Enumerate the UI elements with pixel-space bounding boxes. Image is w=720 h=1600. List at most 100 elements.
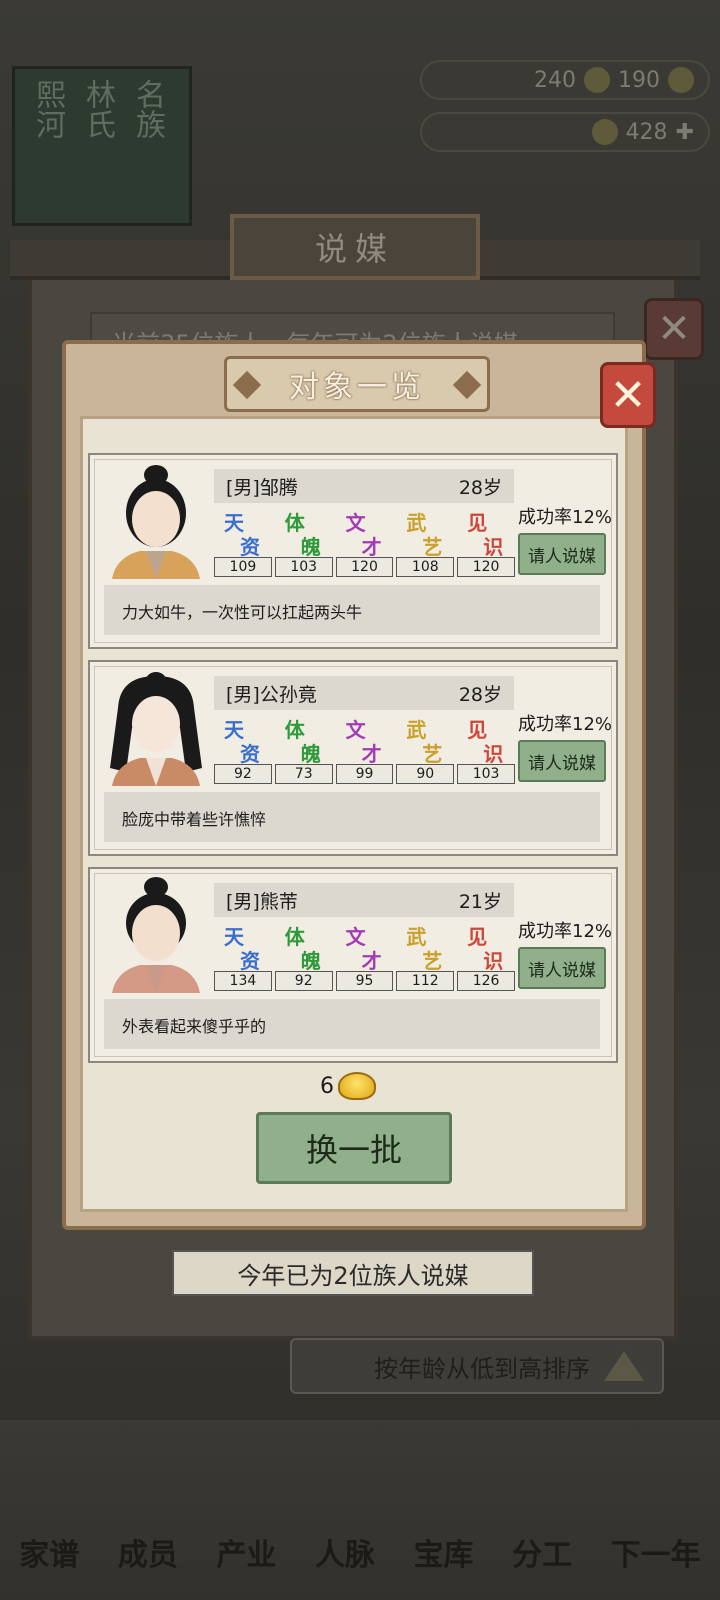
stat-value: 90	[396, 764, 455, 784]
refresh-batch-button[interactable]: 换一批	[256, 1112, 452, 1184]
stat-value: 99	[335, 764, 394, 784]
success-rate: 成功率12%	[518, 507, 613, 528]
candidate-portrait	[100, 668, 212, 786]
stat-glyph-bottom: 魄	[300, 535, 321, 559]
stat-value: 109	[214, 557, 272, 577]
stat-value-row: 92 73 99 90 103	[214, 764, 518, 784]
candidate-name: [男]邹腾	[226, 476, 298, 499]
stat-value: 95	[335, 971, 394, 991]
stat-glyph-row: 天 资 体 魄 文 才 武 艺 见 识	[214, 921, 518, 973]
coin-count: 190	[618, 67, 660, 93]
propose-match-button[interactable]: 请人说媒	[518, 740, 606, 782]
nav-item-next-year[interactable]: 下一年	[611, 1530, 701, 1574]
stat-glyph: 体 魄	[275, 507, 336, 559]
dialog-title: 对象一览	[224, 356, 490, 412]
stat-value: 120	[335, 557, 394, 577]
sort-button[interactable]: 按年龄从低到高排序	[290, 1338, 664, 1394]
stat-glyph-row: 天 资 体 魄 文 才 武 艺 见 识	[214, 507, 518, 559]
candidate-card: [男]邹腾 28岁 天 资 体 魄 文 才 武 艺 见 识 109 103 120 1…	[88, 453, 618, 649]
plus-icon[interactable]: ✚	[676, 120, 694, 145]
stat-value: 134	[214, 971, 272, 991]
clan-banner: 熙河 林氏 名族	[12, 66, 192, 226]
candidate-age: 28岁	[458, 683, 502, 706]
refresh-cost-value: 6	[320, 1073, 334, 1099]
propose-match-button[interactable]: 请人说媒	[518, 947, 606, 989]
stat-glyph: 文 才	[336, 921, 397, 973]
stat-value: 120	[457, 557, 515, 577]
stat-glyph: 天 资	[214, 507, 275, 559]
stat-glyph: 武 艺	[396, 714, 457, 766]
stat-value: 112	[396, 971, 455, 991]
clan-banner-text: 林氏	[80, 79, 115, 139]
gold-ingot-icon	[338, 1072, 376, 1100]
ticket-count: 240	[534, 67, 576, 93]
stat-glyph-bottom: 资	[240, 535, 260, 559]
stat-glyph-bottom: 资	[240, 742, 260, 766]
name-bar: [男]熊芾 21岁	[214, 883, 514, 917]
stat-value: 103	[457, 764, 515, 784]
propose-match-button[interactable]: 请人说媒	[518, 533, 606, 575]
stat-glyph: 见 识	[457, 507, 518, 559]
candidate-description: 脸庞中带着些许憔悴	[104, 792, 600, 842]
stat-glyph-bottom: 艺	[422, 742, 443, 766]
name-bar: [男]公孙竟 28岁	[214, 676, 514, 710]
gold-ingot-icon	[591, 119, 618, 145]
nav-item-property[interactable]: 产业	[216, 1530, 276, 1574]
stat-glyph: 体 魄	[275, 714, 336, 766]
success-rate: 成功率12%	[518, 714, 613, 735]
coin-icon	[668, 67, 694, 93]
stat-value: 126	[457, 971, 515, 991]
bottom-nav: 家谱 成员 产业 人脉 宝库 分工 下一年	[0, 1420, 720, 1600]
candidate-description: 力大如牛，一次性可以扛起两头牛	[104, 585, 600, 635]
stat-glyph-bottom: 艺	[422, 535, 443, 559]
stat-glyph: 文 才	[336, 714, 397, 766]
stat-glyph: 体 魄	[275, 921, 336, 973]
candidate-portrait	[100, 461, 212, 579]
stat-glyph-bottom: 才	[361, 949, 382, 973]
close-icon: ✕	[657, 306, 691, 352]
sort-label: 按年龄从低到高排序	[374, 1354, 590, 1383]
nav-item-members[interactable]: 成员	[118, 1530, 178, 1574]
stat-value: 92	[274, 971, 333, 991]
nav-item-assignments[interactable]: 分工	[512, 1530, 572, 1574]
dialog-close-button[interactable]: ✕	[600, 362, 656, 428]
candidate-age: 28岁	[458, 476, 502, 499]
stat-glyph-bottom: 魄	[300, 949, 321, 973]
success-rate: 成功率12%	[518, 921, 613, 942]
nav-item-treasury[interactable]: 宝库	[414, 1530, 474, 1574]
clan-banner-text: 名族	[130, 79, 165, 139]
stat-glyph: 文 才	[336, 507, 397, 559]
stat-value-row: 134 92 95 112 126	[214, 971, 518, 991]
stat-glyph-bottom: 资	[240, 949, 260, 973]
stat-value-row: 109 103 120 108 120	[214, 557, 518, 577]
gold-count: 428	[625, 119, 668, 145]
window-close-button[interactable]: ✕	[644, 298, 704, 360]
stat-value: 108	[396, 557, 455, 577]
close-icon: ✕	[609, 369, 647, 421]
candidate-name: [男]公孙竟	[226, 683, 317, 706]
nav-item-connections[interactable]: 人脉	[315, 1530, 375, 1574]
stat-value: 73	[274, 764, 333, 784]
stat-glyph-bottom: 识	[483, 949, 504, 973]
currency-pill: 428 ✚	[420, 112, 710, 152]
stat-glyph: 天 资	[214, 714, 275, 766]
stat-value: 92	[214, 764, 272, 784]
ticket-icon	[584, 67, 610, 93]
matchmaking-count-label: 今年已为2位族人说媒	[172, 1250, 534, 1296]
window-title: 说媒	[230, 214, 480, 280]
stat-glyph-bottom: 艺	[422, 949, 443, 973]
stat-glyph-bottom: 魄	[300, 742, 321, 766]
nav-item-family-tree[interactable]: 家谱	[19, 1530, 79, 1574]
stat-glyph: 见 识	[457, 714, 518, 766]
sort-triangle-icon	[604, 1351, 644, 1381]
refresh-cost: 6	[320, 1072, 376, 1100]
stat-glyph: 武 艺	[396, 921, 457, 973]
currency-bar: 240 190 428 ✚	[420, 60, 710, 164]
clan-banner-text: 熙河	[30, 79, 65, 139]
stat-glyph: 见 识	[457, 921, 518, 973]
stat-glyph-bottom: 识	[483, 535, 504, 559]
stat-glyph: 天 资	[214, 921, 275, 973]
candidate-card: [男]公孙竟 28岁 天 资 体 魄 文 才 武 艺 见 识 92 73 99 90 1…	[88, 660, 618, 856]
stat-glyph-bottom: 识	[483, 742, 504, 766]
stat-glyph-row: 天 资 体 魄 文 才 武 艺 见 识	[214, 714, 518, 766]
